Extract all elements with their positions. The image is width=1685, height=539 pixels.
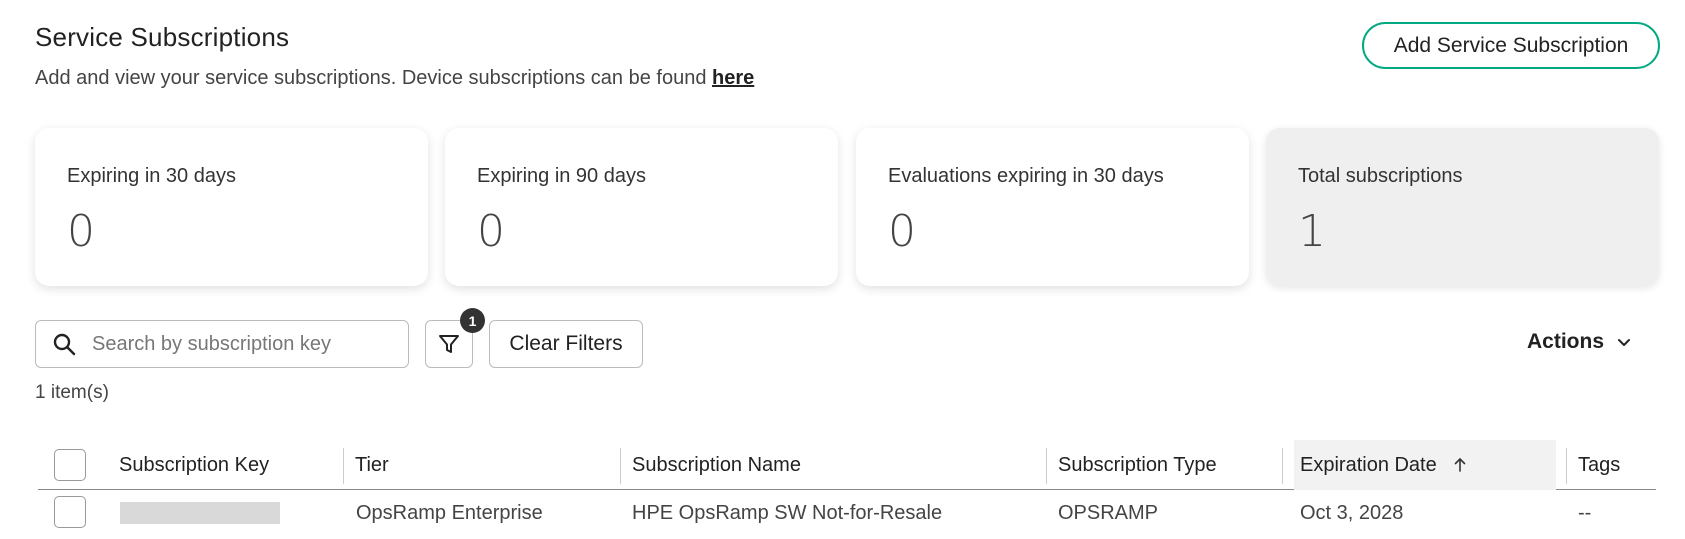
table-header: Subscription Key Tier Subscription Name …	[38, 440, 1656, 490]
stat-card-value: 0	[888, 206, 916, 257]
actions-menu-button[interactable]: Actions	[1527, 330, 1632, 354]
cell-subscription-name: HPE OpsRamp SW Not-for-Resale	[632, 502, 943, 524]
sort-ascending-icon	[1454, 457, 1466, 472]
column-header-tags[interactable]: Tags	[1565, 440, 1620, 490]
stat-card-value: 0	[67, 206, 95, 257]
page-title: Service Subscriptions	[35, 22, 290, 52]
stat-card-total-subscriptions[interactable]: Total subscriptions 1	[1266, 128, 1659, 286]
column-header-tier[interactable]: Tier	[343, 440, 389, 490]
clear-filters-button[interactable]: Clear Filters	[489, 320, 643, 368]
chevron-down-icon	[1618, 339, 1631, 346]
cell-tags: --	[1578, 502, 1592, 524]
stat-card-expiring-90: Expiring in 90 days 0	[445, 128, 838, 286]
cell-tier: OpsRamp Enterprise	[356, 502, 543, 524]
select-all-checkbox[interactable]	[54, 449, 86, 481]
filter-count-badge: 1	[460, 308, 485, 333]
actions-label: Actions	[1527, 330, 1605, 353]
filter-icon	[439, 335, 459, 353]
column-header-subscription-type[interactable]: Subscription Type	[1046, 440, 1217, 490]
stat-card-value: 0	[477, 206, 505, 257]
stat-card-value: 1	[1298, 206, 1326, 257]
stat-card-label: Evaluations expiring in 30 days	[888, 165, 1164, 187]
cell-expiration-date: Oct 3, 2028	[1300, 502, 1404, 524]
subscription-key-redacted	[120, 502, 280, 524]
search-field[interactable]	[35, 320, 409, 368]
column-header-subscription-key[interactable]: Subscription Key	[119, 440, 269, 490]
expiration-date-label: Expiration Date	[1300, 453, 1437, 476]
cell-subscription-type: OPSRAMP	[1058, 502, 1159, 524]
column-header-expiration-date[interactable]: Expiration Date	[1282, 440, 1556, 490]
search-input[interactable]	[92, 332, 382, 356]
stat-card-label: Expiring in 90 days	[477, 165, 646, 187]
stat-card-label: Total subscriptions	[1298, 165, 1463, 187]
add-service-subscription-button[interactable]: Add Service Subscription	[1362, 22, 1660, 69]
search-icon	[53, 333, 76, 356]
item-count: 1 item(s)	[35, 382, 109, 403]
subtitle-text: Add and view your service subscriptions.…	[35, 67, 713, 89]
stat-card-evaluations-expiring-30: Evaluations expiring in 30 days 0	[856, 128, 1249, 286]
row-select-checkbox[interactable]	[54, 496, 86, 528]
column-header-subscription-name[interactable]: Subscription Name	[620, 440, 801, 490]
device-subscriptions-link[interactable]: here	[712, 67, 754, 89]
stat-card-expiring-30: Expiring in 30 days 0	[35, 128, 428, 286]
page-subtitle: Add and view your service subscriptions.…	[35, 67, 754, 90]
stat-card-label: Expiring in 30 days	[67, 165, 236, 187]
